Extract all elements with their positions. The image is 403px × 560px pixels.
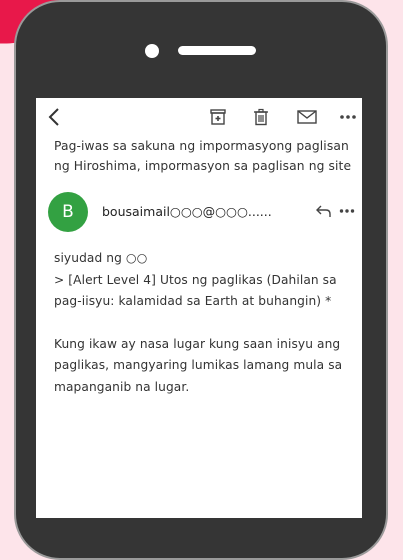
email-toolbar bbox=[36, 98, 362, 136]
archive-button[interactable] bbox=[208, 106, 228, 128]
mark-unread-button[interactable] bbox=[296, 106, 318, 128]
body-line: Kung ikaw ay nasa lugar kung saan inisyu… bbox=[54, 336, 341, 351]
subject-line: Pag-iwas sa sakuna ng impormasyong pagli… bbox=[54, 139, 349, 153]
body-line: paglikas, mangyaring lumikas lamang mula… bbox=[54, 358, 343, 372]
speaker-slot bbox=[178, 46, 256, 55]
body-line: mapanganib na lugar. bbox=[54, 379, 190, 394]
reply-icon bbox=[316, 205, 331, 217]
back-button[interactable] bbox=[46, 106, 62, 128]
email-screen: Pag-iwas sa sakuna ng impormasyong pagli… bbox=[36, 98, 362, 518]
email-subject: Pag-iwas sa sakuna ng impormasyong pagli… bbox=[54, 136, 356, 176]
subject-line: ng Hiroshima, impormasyon sa paglisan ng… bbox=[54, 159, 352, 173]
chevron-left-icon bbox=[48, 108, 59, 126]
trash-icon bbox=[254, 108, 268, 126]
body-line: > [Alert Level 4] Utos ng paglikas (Dahi… bbox=[54, 272, 337, 287]
archive-icon bbox=[210, 109, 226, 125]
more-horizontal-icon bbox=[339, 209, 355, 213]
phone-frame: Pag-iwas sa sakuna ng impormasyong pagli… bbox=[14, 0, 388, 560]
more-options-button[interactable] bbox=[339, 106, 357, 128]
sender-row: B bousaimail○○○@○○○...... bbox=[48, 192, 358, 232]
phone-top-bezel bbox=[16, 2, 386, 99]
more-horizontal-icon bbox=[340, 115, 356, 119]
body-line: pag-iisyu: kalamidad sa Earth at buhangi… bbox=[54, 294, 332, 308]
sender-more-button[interactable] bbox=[339, 204, 355, 218]
sender-address[interactable]: bousaimail○○○@○○○...... bbox=[102, 204, 272, 219]
envelope-icon bbox=[297, 110, 317, 124]
avatar[interactable]: B bbox=[48, 192, 88, 232]
email-body: siyudad ng ○○ > [Alert Level 4] Utos ng … bbox=[54, 248, 360, 398]
reply-button[interactable] bbox=[316, 204, 332, 218]
delete-button[interactable] bbox=[251, 106, 271, 128]
camera-dot bbox=[145, 44, 159, 58]
body-line: siyudad ng ○○ bbox=[54, 251, 148, 265]
